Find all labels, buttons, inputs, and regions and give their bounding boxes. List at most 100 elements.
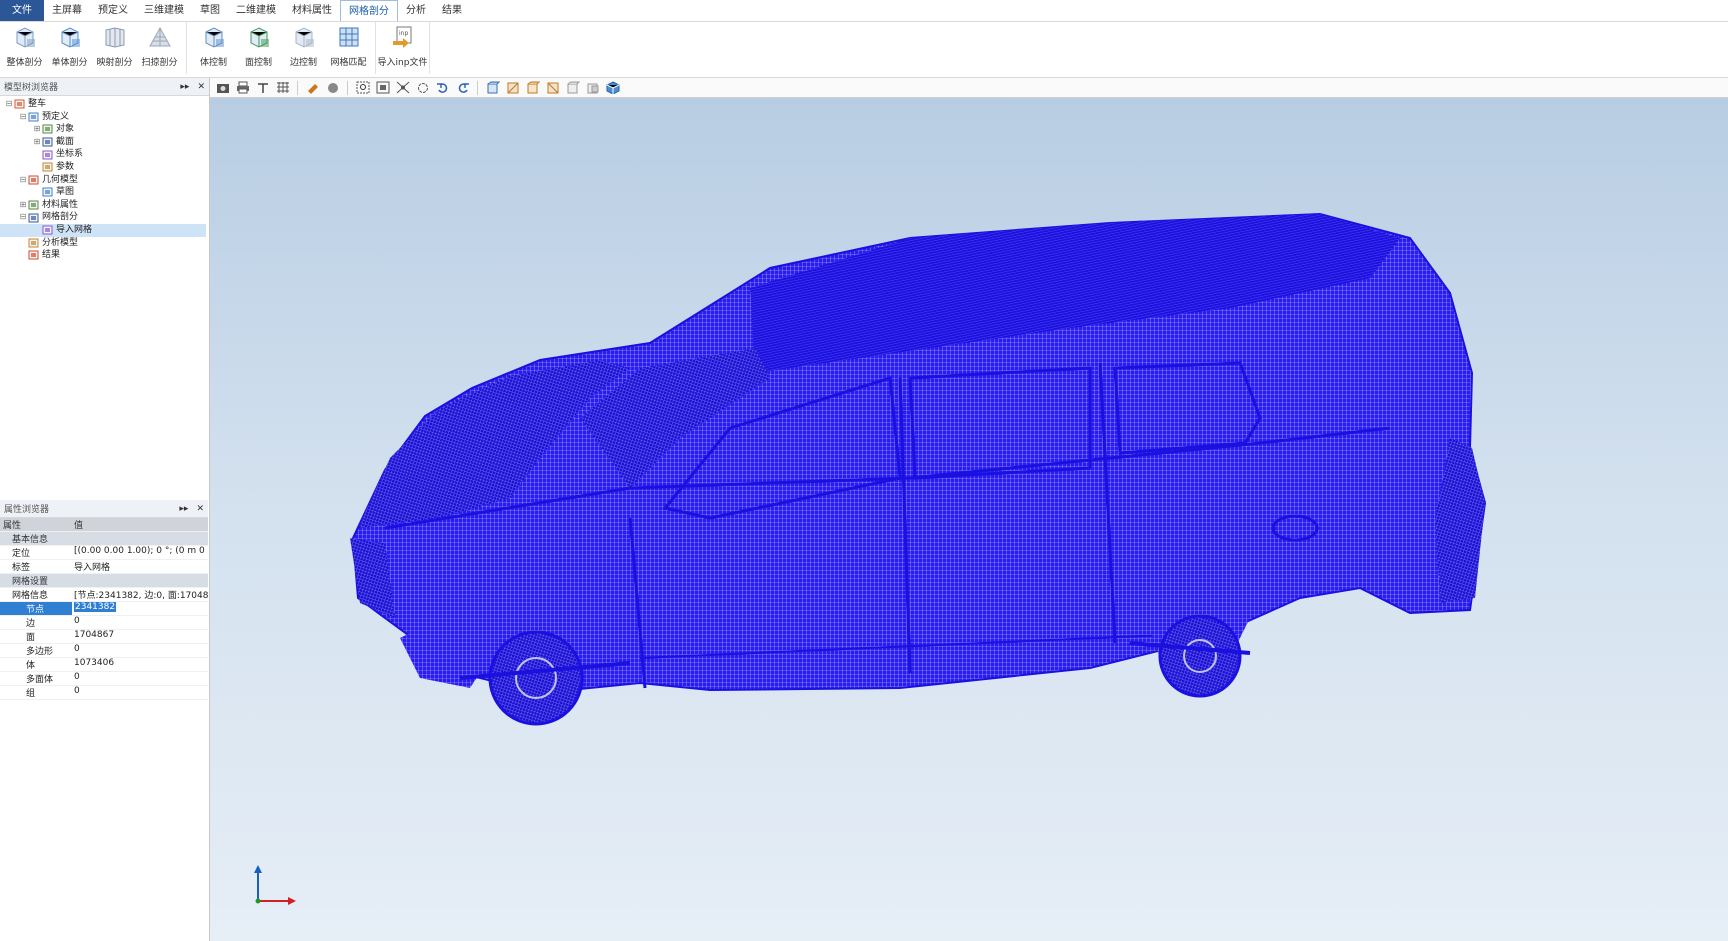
menu-home[interactable]: 主屏幕 [44,0,90,21]
face-control-button[interactable]: 面控制 [236,25,281,68]
material-icon [28,200,39,210]
3d-viewport[interactable] [210,98,1728,941]
tree-node[interactable]: ⊟ 整车 [0,98,209,111]
view-side-icon[interactable] [504,80,521,96]
tree-node[interactable]: 坐标系 [0,148,209,161]
tree-node-label: 分析模型 [42,237,79,248]
ribbon-button-label: 网格匹配 [330,58,367,68]
ribbon-button-label: 整体剖分 [6,58,43,68]
tree-panel-title: 模型树浏览器 [4,83,59,93]
tree-toggle-icon[interactable]: ⊞ [32,123,42,136]
property-row[interactable]: 标签 导入网格 [0,560,208,574]
property-row[interactable]: 体 1073406 [0,658,208,672]
tree-node[interactable]: 结果 [0,249,209,262]
property-group[interactable]: 基本信息 [0,532,208,546]
svg-text:inp: inp [399,30,408,37]
solid-mesh-icon [58,25,82,51]
mesh-match-button[interactable]: 网格匹配 [326,25,371,68]
property-row[interactable]: 边0 [0,616,208,630]
props-header-key: 属性 [3,521,22,531]
tree-node[interactable]: 导入网格 [0,223,206,237]
view-3d-icon[interactable] [604,80,621,96]
tree-node[interactable]: 分析模型 [0,237,209,250]
rotate-view-icon[interactable] [414,80,431,96]
predefine-icon [28,112,39,122]
menu-analysis[interactable]: 分析 [398,0,434,21]
mapped-mesh-button[interactable]: 映射剖分 [92,25,137,68]
close-icon[interactable]: ✕ [196,504,204,514]
grid-icon[interactable] [274,80,291,96]
render-mode-icon[interactable] [324,80,341,96]
view-bottom-icon[interactable] [584,80,601,96]
property-panel: 属性浏览器 ▸▸ ✕ 属性 值 基本信息 定位 [(0.00 0.00 1.00);… [0,500,208,700]
cube-mesh-button[interactable]: 整体剖分 [2,25,47,68]
menu-predefine[interactable]: 预定义 [90,0,136,21]
property-value: 0 [72,616,208,629]
property-key: 面 [26,633,36,643]
section-cut-icon[interactable] [254,80,271,96]
property-row[interactable]: 定位 [(0.00 0.00 1.00); 0 °; (0 m 0 m... [0,546,208,560]
tree-node-label: 预定义 [42,111,70,122]
property-row[interactable]: 节点 2341382 [0,602,208,616]
zoom-extents-icon[interactable] [394,80,411,96]
redo-icon[interactable] [454,80,471,96]
property-row[interactable]: 面 1704867 [0,630,208,644]
tree-node[interactable]: ⊞ 截面 [0,136,209,149]
menu-file[interactable]: 文件 [0,0,44,21]
tree-toggle-icon[interactable]: ⊞ [32,136,42,149]
menu-modeling3d[interactable]: 三维建模 [136,0,192,21]
property-row[interactable]: 网格信息 [节点:2341382, 边:0, 面:170486... [0,588,208,602]
menu-results[interactable]: 结果 [434,0,470,21]
menu-mesh[interactable]: 网格剖分 [340,0,398,21]
tree-toggle-icon[interactable]: ⊟ [18,211,28,224]
edge-control-button[interactable]: 边控制 [281,25,326,68]
undo-icon[interactable] [434,80,451,96]
menu-sketch[interactable]: 草图 [192,0,228,21]
tree-node-label: 坐标系 [56,149,84,160]
tree-toggle-icon[interactable]: ⊟ [4,98,14,111]
zoom-window-icon[interactable] [354,80,371,96]
print-icon[interactable] [234,80,251,96]
pin-icon[interactable]: ▸▸ [179,504,188,514]
tree-toggle-icon[interactable]: ⊞ [18,199,28,212]
property-group[interactable]: 网格设置 [0,574,208,588]
tree-node[interactable]: 参数 [0,161,209,174]
body-control-icon [202,25,226,51]
paint-icon[interactable] [304,80,321,96]
ribbon-button-label: 扫掠剖分 [141,58,178,68]
menu-material[interactable]: 材料属性 [284,0,340,21]
tree-node[interactable]: ⊞ 材料属性 [0,199,209,212]
ribbon-toolbar: 整体剖分 单体剖分 映射剖分 扫掠剖分 体控制 面控制 边控制 网格匹配 inp 导入inp文件 [0,22,1728,78]
view-front-icon[interactable] [484,80,501,96]
import-inp-button[interactable]: inp 导入inp文件 [378,25,427,68]
tree-node[interactable]: ⊟ 预定义 [0,111,209,124]
fit-view-icon[interactable] [374,80,391,96]
view-top-icon[interactable] [524,80,541,96]
body-control-button[interactable]: 体控制 [191,25,236,68]
model-tree: ⊟ 整车 ⊟ 预定义 ⊞ 对象 ⊞ 截面 坐标系 参数 ⊟ 几何模型 草图 ⊞ 材料属性 ⊟ 网格剖分 导入网格分… [0,96,209,510]
axis-triad-icon [254,865,296,905]
view-iso-icon[interactable] [544,80,561,96]
property-value-text: [(0.00 0.00 1.00); 0 °; (0 m 0 m... [74,546,208,556]
property-value-text: 0 [74,672,80,682]
sweep-mesh-button[interactable]: 扫掠剖分 [137,25,182,68]
property-row[interactable]: 多面体 0 [0,672,208,686]
view-back-icon[interactable] [564,80,581,96]
property-value[interactable]: 2341382 [72,602,208,615]
tree-node[interactable]: ⊞ 对象 [0,123,209,136]
tree-toggle-icon[interactable]: ⊟ [18,174,28,187]
mesh-icon [28,213,39,223]
tree-node[interactable]: 草图 [0,186,209,199]
tree-node[interactable]: ⊟ 网格剖分 [0,211,209,224]
property-row[interactable]: 多边形 0 [0,644,208,658]
close-icon[interactable]: ✕ [197,82,205,92]
tree-toggle-icon[interactable]: ⊟ [18,111,28,124]
screenshot-icon[interactable] [214,80,231,96]
toolbar-divider [347,80,348,95]
menu-modeling2d[interactable]: 二维建模 [228,0,284,21]
tree-node[interactable]: ⊟ 几何模型 [0,174,209,187]
solid-mesh-button[interactable]: 单体剖分 [47,25,92,68]
property-row[interactable]: 组0 [0,686,208,700]
property-value: [节点:2341382, 边:0, 面:170486... [72,588,208,601]
pin-icon[interactable]: ▸▸ [180,82,189,92]
